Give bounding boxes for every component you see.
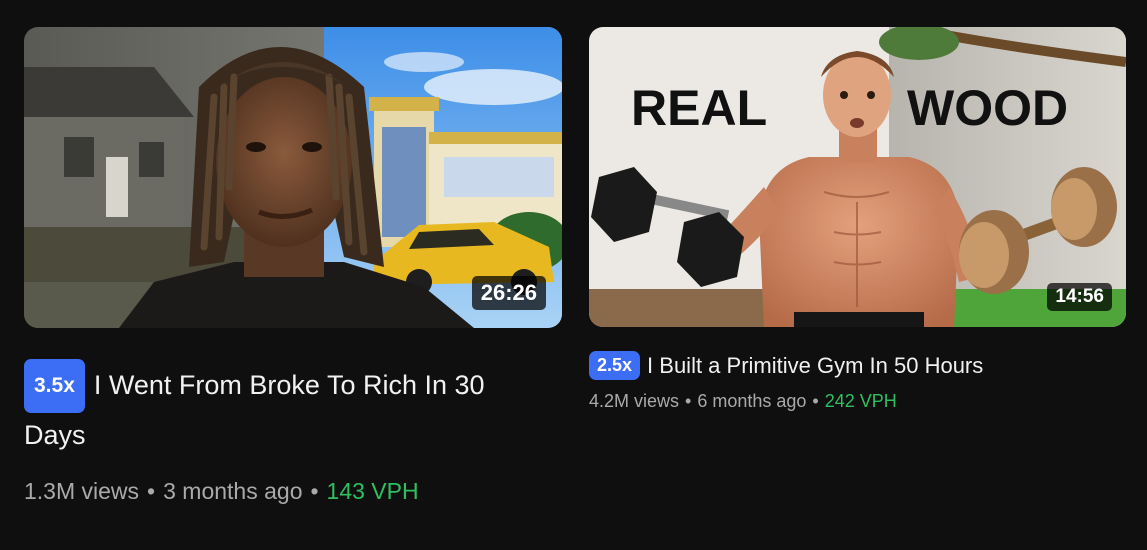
video-metadata: 4.2M views • 6 months ago • 242 VPH <box>589 391 1126 412</box>
video-title[interactable]: I Went From Broke To Rich In 30 Days <box>24 370 485 450</box>
separator-dot: • <box>147 478 156 504</box>
thumbnail-text-real: REAL <box>631 80 767 136</box>
thumbnail-image: REAL WOOD <box>589 27 1126 327</box>
views-per-hour: 242 VPH <box>824 391 897 411</box>
video-duration: 14:56 <box>1047 283 1112 311</box>
video-card[interactable]: 26:26 3.5x I Went From Broke To Rich In 3… <box>24 27 562 505</box>
video-thumbnail[interactable]: REAL WOOD 14:56 <box>589 27 1126 327</box>
video-title[interactable]: I Built a Primitive Gym In 50 Hours <box>647 353 983 378</box>
view-count: 4.2M views <box>589 391 680 411</box>
upload-age: 3 months ago <box>163 478 303 504</box>
video-metadata: 1.3M views • 3 months ago • 143 VPH <box>24 478 562 505</box>
separator-dot: • <box>685 391 692 411</box>
video-card[interactable]: REAL WOOD 14:56 2.5x I Built a Primitive… <box>589 27 1126 412</box>
thumbnail-text-wood: WOOD <box>907 80 1068 136</box>
outlier-multiplier-badge: 2.5x <box>589 351 641 380</box>
view-count: 1.3M views <box>24 478 140 504</box>
views-per-hour: 143 VPH <box>326 478 419 504</box>
outlier-multiplier-badge: 3.5x <box>24 359 85 413</box>
separator-dot: • <box>310 478 319 504</box>
upload-age: 6 months ago <box>697 391 807 411</box>
video-duration: 26:26 <box>471 276 546 310</box>
video-thumbnail[interactable]: 26:26 <box>24 27 562 328</box>
separator-dot: • <box>812 391 819 411</box>
